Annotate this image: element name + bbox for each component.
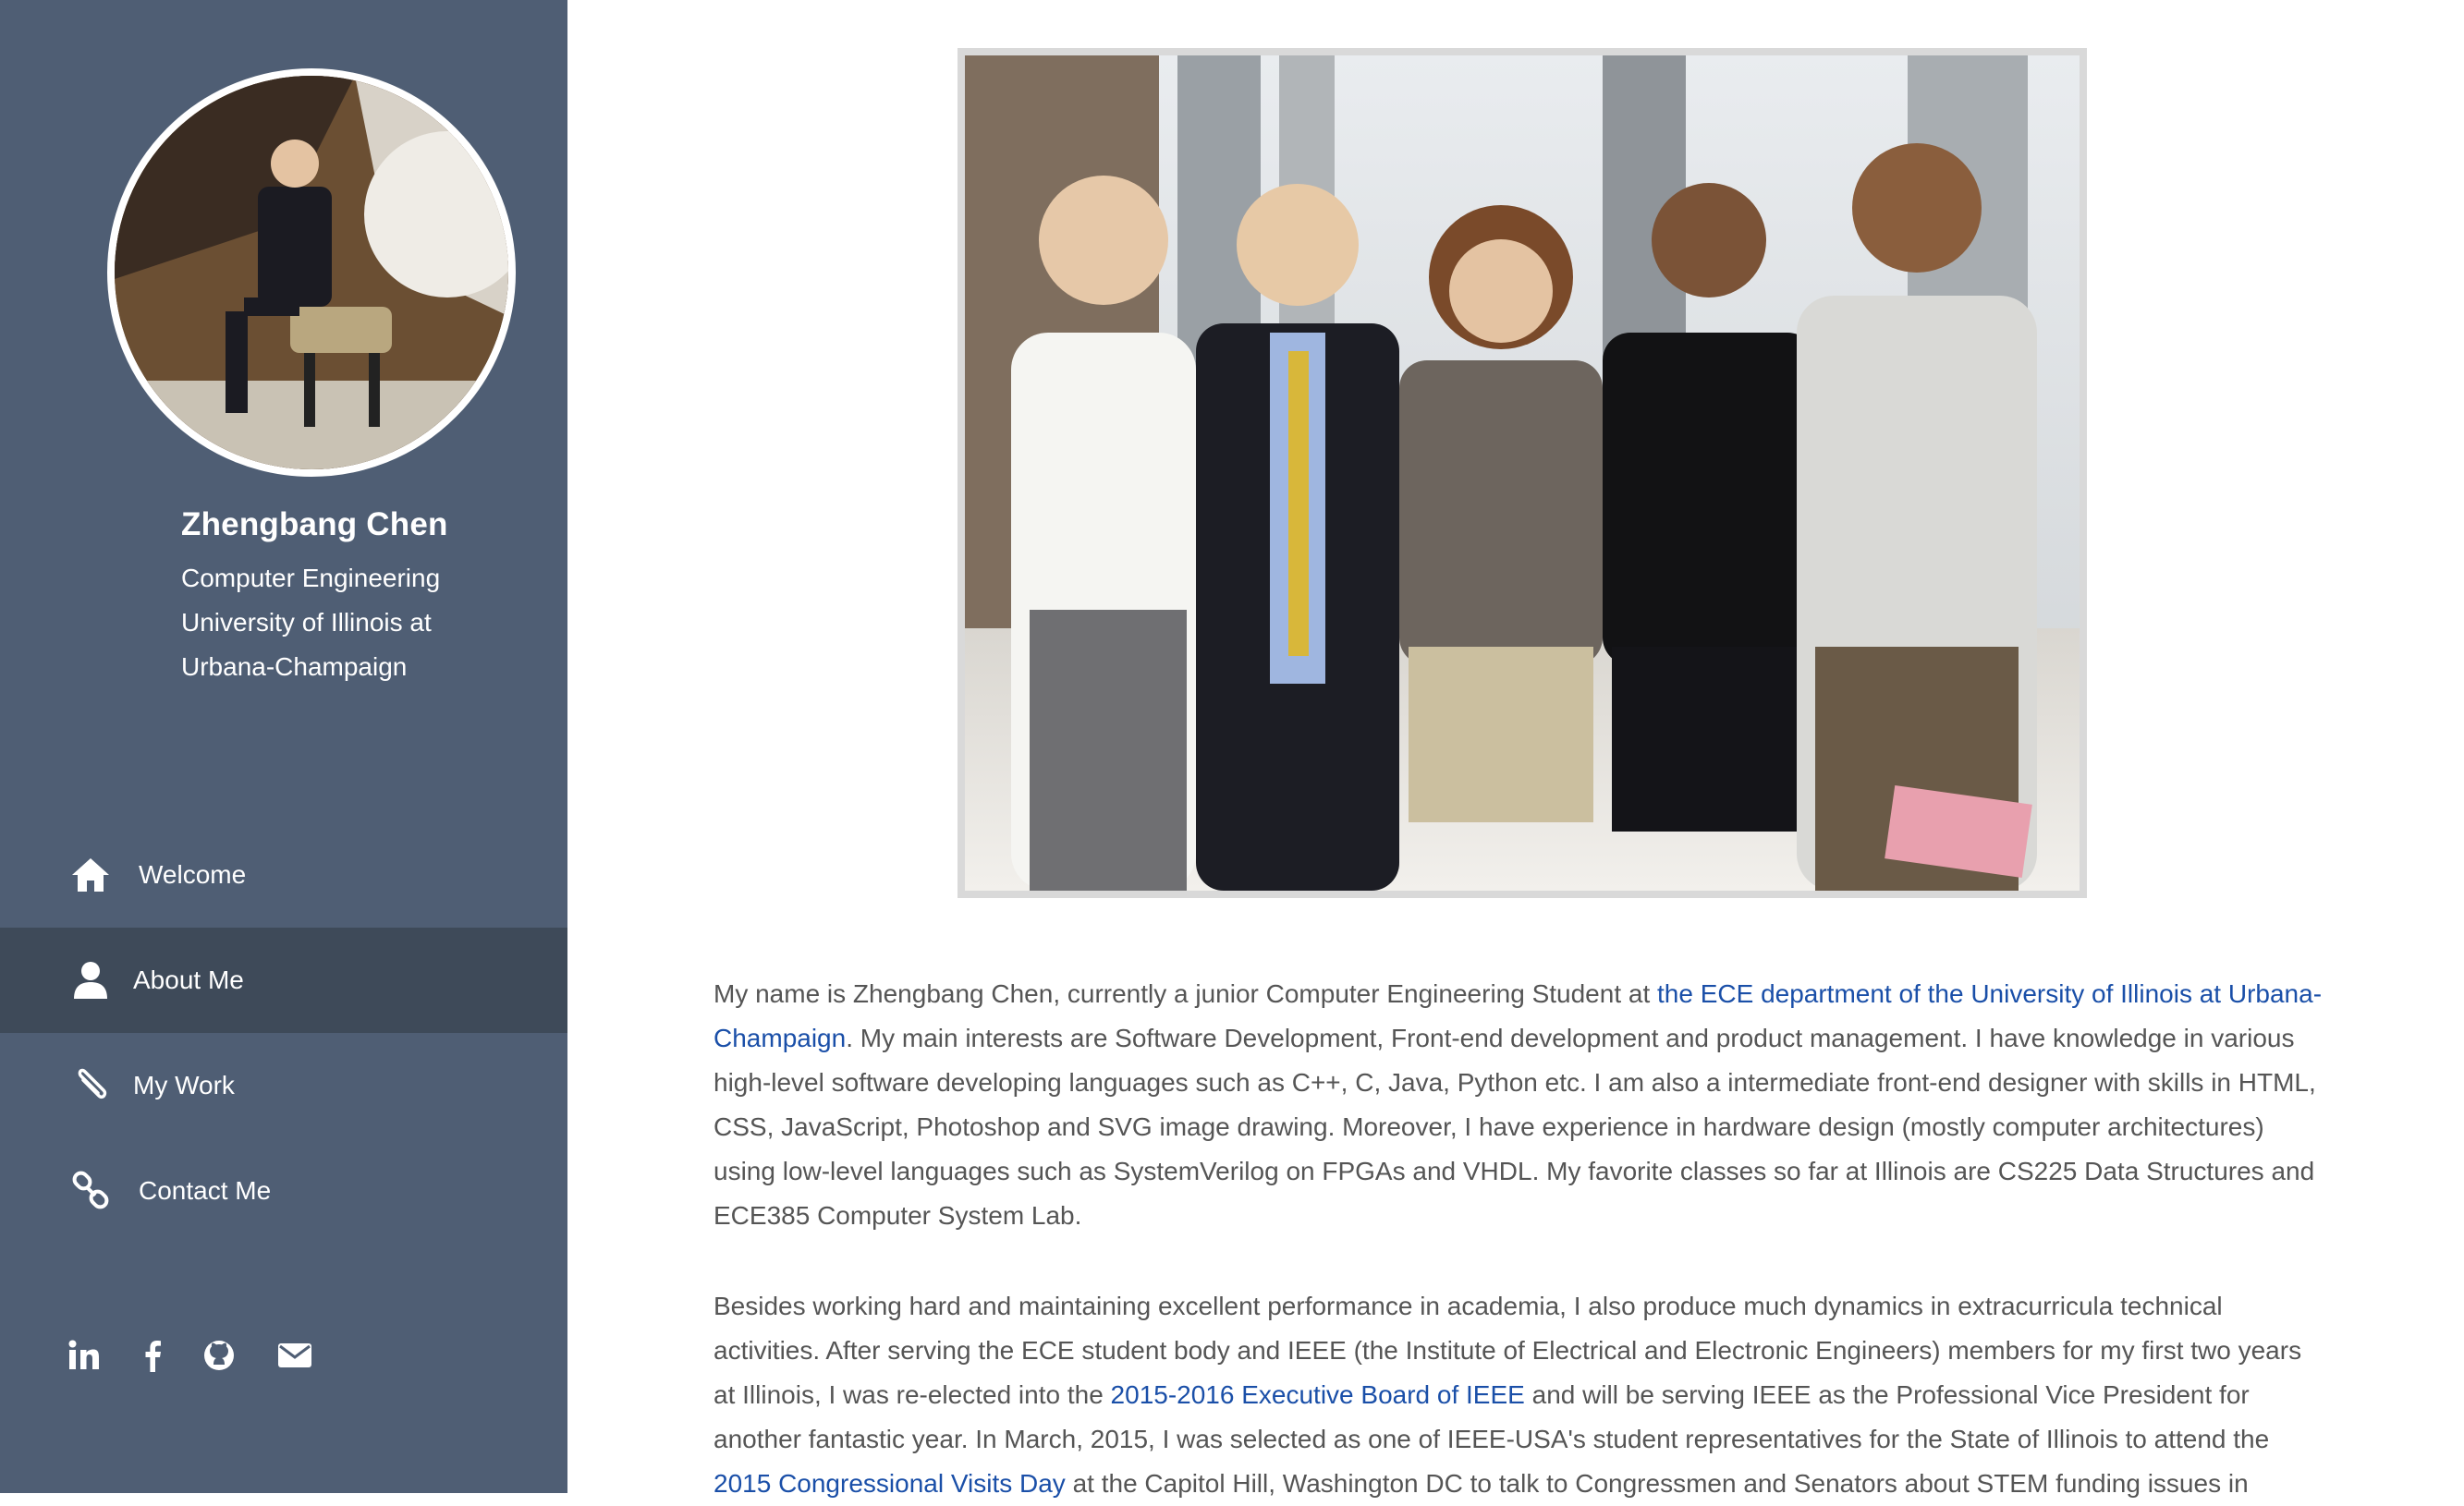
about-p1-text-a: My name is Zhengbang Chen, currently a j… <box>714 979 1658 1008</box>
nav-item-contact-me[interactable]: Contact Me <box>0 1138 567 1244</box>
profile-school-line2: Urbana-Champaign <box>181 652 408 681</box>
avatar-photo <box>115 76 508 469</box>
about-paragraph-2: Besides working hard and maintaining exc… <box>714 1284 2325 1506</box>
nav-item-about-me[interactable]: About Me <box>0 928 567 1033</box>
group-photo-frame <box>958 48 2087 898</box>
paperclip-icon <box>68 1063 113 1108</box>
link-icon <box>68 1169 113 1213</box>
nav-item-welcome[interactable]: Welcome <box>0 822 567 928</box>
user-icon <box>68 958 113 1002</box>
linkedin-icon[interactable] <box>65 1336 104 1375</box>
nav-item-my-work[interactable]: My Work <box>0 1033 567 1138</box>
ieee-executive-board-link[interactable]: 2015-2016 Executive Board of IEEE <box>1111 1380 1525 1409</box>
nav-label-my-work: My Work <box>133 1071 235 1099</box>
nav-label-about-me: About Me <box>133 966 244 994</box>
profile-major: Computer Engineering <box>181 564 441 592</box>
about-paragraph-1: My name is Zhengbang Chen, currently a j… <box>714 972 2325 1238</box>
nav-label-welcome: Welcome <box>139 860 247 889</box>
about-p1-text-b: . My main interests are Software Develop… <box>714 1024 2316 1230</box>
facebook-icon[interactable] <box>133 1336 172 1375</box>
about-p2-text-c: at the Capitol Hill, Washington DC to ta… <box>1065 1469 2249 1498</box>
profile-school-line1: University of Illinois at <box>181 608 432 637</box>
email-icon[interactable] <box>275 1336 314 1375</box>
home-icon <box>68 853 113 897</box>
nav-label-contact-me: Contact Me <box>139 1176 272 1205</box>
profile-name: Zhengbang Chen <box>181 506 448 542</box>
group-photo-illustration <box>965 55 2080 891</box>
avatar <box>107 68 516 477</box>
sidebar: Zhengbang Chen Computer Engineering Univ… <box>0 0 567 1493</box>
group-photo <box>965 55 2080 891</box>
github-icon[interactable] <box>200 1336 238 1375</box>
congressional-visits-day-link[interactable]: 2015 Congressional Visits Day <box>714 1469 1066 1498</box>
